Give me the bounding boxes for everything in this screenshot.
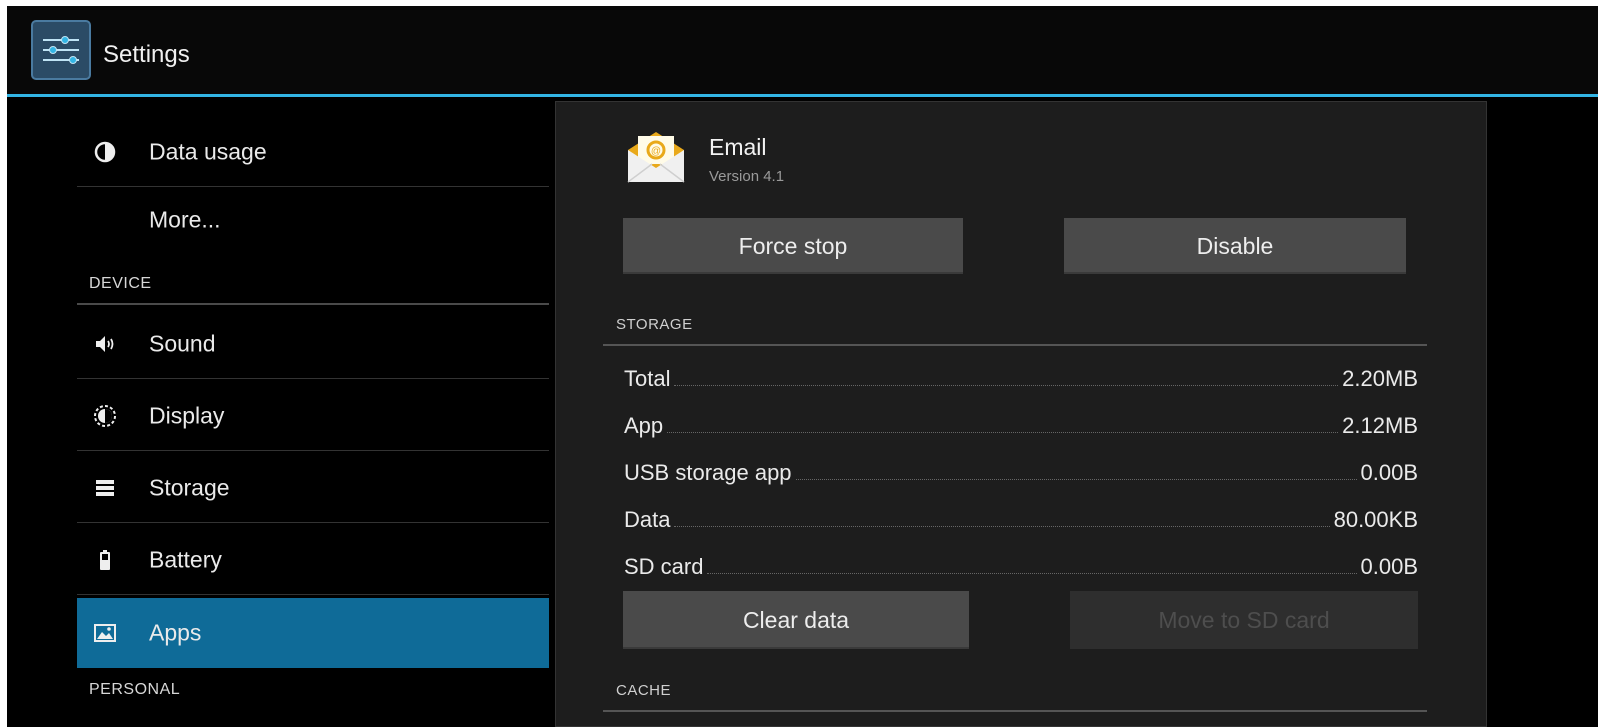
section-header-device: DEVICE <box>77 269 549 305</box>
display-icon <box>94 404 116 427</box>
storage-icon <box>96 479 114 496</box>
dotted-leader <box>795 479 1357 480</box>
sound-icon <box>96 335 114 352</box>
sidebar-item-battery[interactable]: Battery <box>77 525 549 595</box>
sidebar-item-label: Apps <box>149 619 202 646</box>
action-bar: Settings <box>7 6 1598 94</box>
battery-icon <box>100 549 110 570</box>
right-margin <box>1488 97 1598 727</box>
sidebar-item-sound[interactable]: Sound <box>77 309 549 379</box>
sidebar-item-more[interactable]: More... <box>77 189 549 251</box>
email-app-icon: @ <box>627 132 685 183</box>
force-stop-button[interactable]: Force stop <box>623 218 963 274</box>
storage-row-total: Total 2.20MB <box>624 358 1418 392</box>
data-usage-icon <box>94 141 116 162</box>
section-header-text: PERSONAL <box>89 681 181 698</box>
sidebar-item-data-usage[interactable]: Data usage <box>77 117 549 187</box>
sidebar-item-label: Storage <box>149 474 230 500</box>
dotted-leader <box>674 526 1330 527</box>
storage-value: 2.12MB <box>1342 413 1418 438</box>
storage-row-data: Data 80.00KB <box>624 499 1418 533</box>
dotted-leader <box>674 385 1339 386</box>
sliders-icon <box>43 36 79 64</box>
storage-value: 0.00B <box>1360 460 1419 485</box>
cache-divider <box>603 710 1427 712</box>
storage-value: 80.00KB <box>1333 507 1418 532</box>
app-version: Version 4.1 <box>709 168 785 185</box>
apps-icon <box>94 624 116 642</box>
storage-value: 2.20MB <box>1342 366 1418 391</box>
storage-row-sdcard: SD card 0.00B <box>624 546 1418 580</box>
sidebar-item-storage[interactable]: Storage <box>77 453 549 523</box>
storage-label: USB storage app <box>624 460 792 485</box>
svg-text:@: @ <box>651 146 661 157</box>
app-info-panel: @ Email Version 4.1 Force stop Disable S… <box>555 101 1487 727</box>
sidebar-item-apps[interactable]: Apps <box>77 598 549 668</box>
storage-row-app: App 2.12MB <box>624 405 1418 439</box>
storage-value: 0.00B <box>1360 554 1419 579</box>
move-to-sd-card-button[interactable]: Move to SD card <box>1070 591 1418 649</box>
storage-divider <box>603 344 1427 346</box>
clear-data-button[interactable]: Clear data <box>623 591 969 649</box>
settings-app-icon[interactable] <box>31 20 91 80</box>
sidebar-item-label: Sound <box>149 330 216 356</box>
storage-label: Total <box>624 366 671 391</box>
cache-section-title: CACHE <box>616 682 672 699</box>
settings-sidebar: Data usage More... DEVICE Sound Display … <box>7 97 553 727</box>
sidebar-item-label: Display <box>149 402 225 428</box>
storage-row-usb: USB storage app 0.00B <box>624 452 1418 486</box>
sidebar-item-display[interactable]: Display <box>77 381 549 451</box>
storage-section-title: STORAGE <box>616 316 693 333</box>
section-header-personal: PERSONAL <box>77 675 549 711</box>
sidebar-item-label: Battery <box>149 546 222 572</box>
sidebar-item-label: More... <box>149 206 221 233</box>
dotted-leader <box>707 573 1357 574</box>
app-name: Email <box>709 134 767 160</box>
page-title: Settings <box>103 41 190 68</box>
sidebar-item-label: Data usage <box>149 138 267 164</box>
storage-label: Data <box>624 507 671 532</box>
storage-label: App <box>624 413 664 438</box>
disable-button[interactable]: Disable <box>1064 218 1406 274</box>
storage-label: SD card <box>624 554 704 579</box>
dotted-leader <box>667 432 1339 433</box>
section-header-text: DEVICE <box>89 275 152 292</box>
